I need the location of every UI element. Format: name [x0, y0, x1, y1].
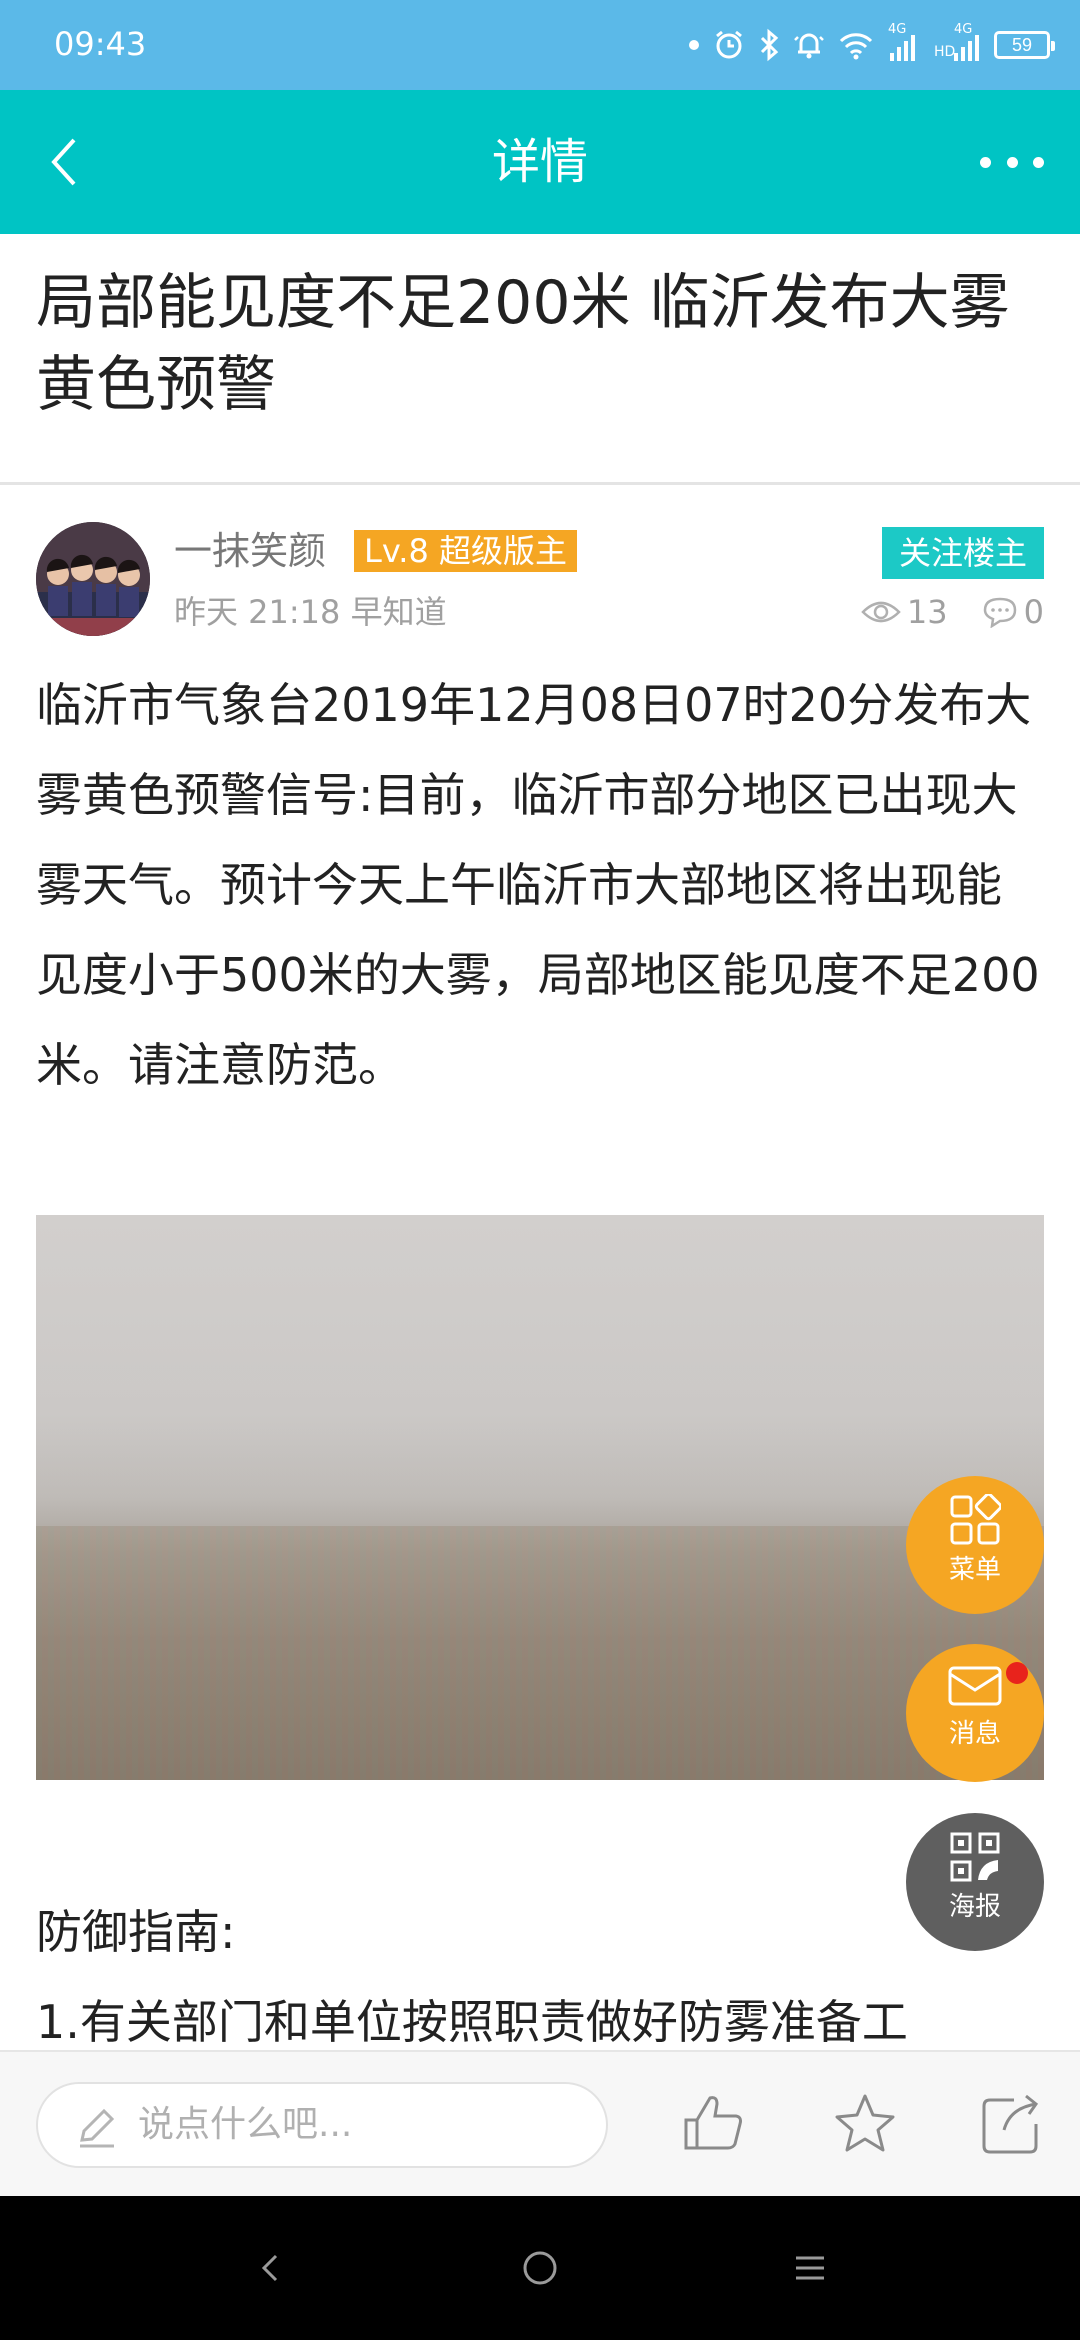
bell-icon	[794, 33, 824, 59]
system-home-button[interactable]	[510, 2238, 570, 2298]
status-icons: 4G HD 4G 59	[688, 20, 1055, 70]
system-menu-button[interactable]	[780, 2238, 840, 2298]
menu-grid-icon	[950, 1492, 1003, 1545]
signal-2: HD 4G	[934, 23, 982, 63]
signal-bars-icon	[890, 35, 915, 61]
comment-icon	[983, 597, 1016, 628]
image-fog-layer	[36, 1215, 1044, 1526]
comment-input[interactable]: 说点什么吧...	[36, 2082, 608, 2168]
qr-code-icon	[950, 1832, 1000, 1882]
favorite-button[interactable]	[830, 2090, 900, 2160]
notification-dot-icon	[689, 40, 699, 50]
bluetooth-icon	[760, 28, 779, 62]
menu-fab[interactable]: 菜单	[906, 1476, 1044, 1614]
message-fab[interactable]: 消息	[906, 1644, 1044, 1782]
share-icon	[982, 2094, 1039, 2154]
bottom-action-bar: 说点什么吧...	[0, 2050, 1080, 2196]
thumbs-up-icon	[684, 2096, 742, 2150]
level-badge: Lv.8 超级版主	[354, 530, 577, 572]
more-dot-icon	[980, 156, 991, 168]
post-body: 临沂市气象台2019年12月08日07时20分发布大雾黄色预警信号:目前，临沂市…	[36, 678, 1040, 1092]
post-image[interactable]	[36, 1215, 1044, 1780]
system-back-button[interactable]	[240, 2238, 300, 2298]
poster-fab-label: 海报	[948, 1892, 1001, 1922]
more-options-button[interactable]	[980, 142, 1044, 182]
wifi-icon	[839, 33, 873, 60]
more-dot-icon	[1033, 156, 1044, 168]
signal-bars-icon-2	[954, 35, 979, 61]
battery-icon: 59	[994, 31, 1055, 59]
guide-heading: 防御指南:	[36, 1905, 236, 1959]
signal-1: 4G	[886, 23, 922, 63]
message-fab-label: 消息	[948, 1719, 1001, 1749]
nav-back-icon	[261, 2254, 278, 2282]
avatar-image	[36, 522, 150, 636]
page-title: 详情	[491, 134, 588, 190]
comment-placeholder: 说点什么吧...	[138, 2104, 353, 2145]
battery-level: 59	[1011, 34, 1033, 55]
post-meta: 昨天 21:18 早知道	[174, 593, 447, 631]
comment-count: 0	[1023, 593, 1044, 631]
poster-fab[interactable]: 海报	[906, 1813, 1044, 1951]
alarm-icon	[716, 30, 742, 59]
post-stats: 13 0	[861, 592, 1044, 632]
view-count: 13	[906, 593, 948, 631]
author-name[interactable]: 一抹笑颜	[174, 526, 326, 576]
eye-icon	[861, 601, 901, 623]
share-button[interactable]	[976, 2090, 1046, 2160]
more-dot-icon	[1006, 156, 1018, 168]
follow-author-button[interactable]: 关注楼主	[882, 527, 1044, 579]
status-time: 09:43	[54, 25, 147, 63]
nav-home-icon	[523, 2251, 557, 2285]
author-avatar[interactable]	[36, 522, 150, 636]
mail-icon	[948, 1666, 1002, 1706]
like-button[interactable]	[680, 2090, 750, 2160]
divider	[0, 482, 1080, 485]
status-bar: 09:43 4G HD 4G 59	[0, 0, 1080, 90]
pen-icon	[80, 2108, 115, 2148]
image-field-layer	[36, 1525, 1044, 1780]
menu-fab-label: 菜单	[948, 1555, 1001, 1585]
app-header: 详情	[0, 90, 1080, 234]
system-navigation-bar	[0, 2196, 1080, 2340]
post-title: 局部能见度不足200米 临沂发布大雾黄色预警	[36, 268, 1010, 420]
nav-menu-icon	[796, 2256, 824, 2280]
unread-dot	[1006, 1662, 1028, 1684]
star-icon	[835, 2094, 895, 2152]
